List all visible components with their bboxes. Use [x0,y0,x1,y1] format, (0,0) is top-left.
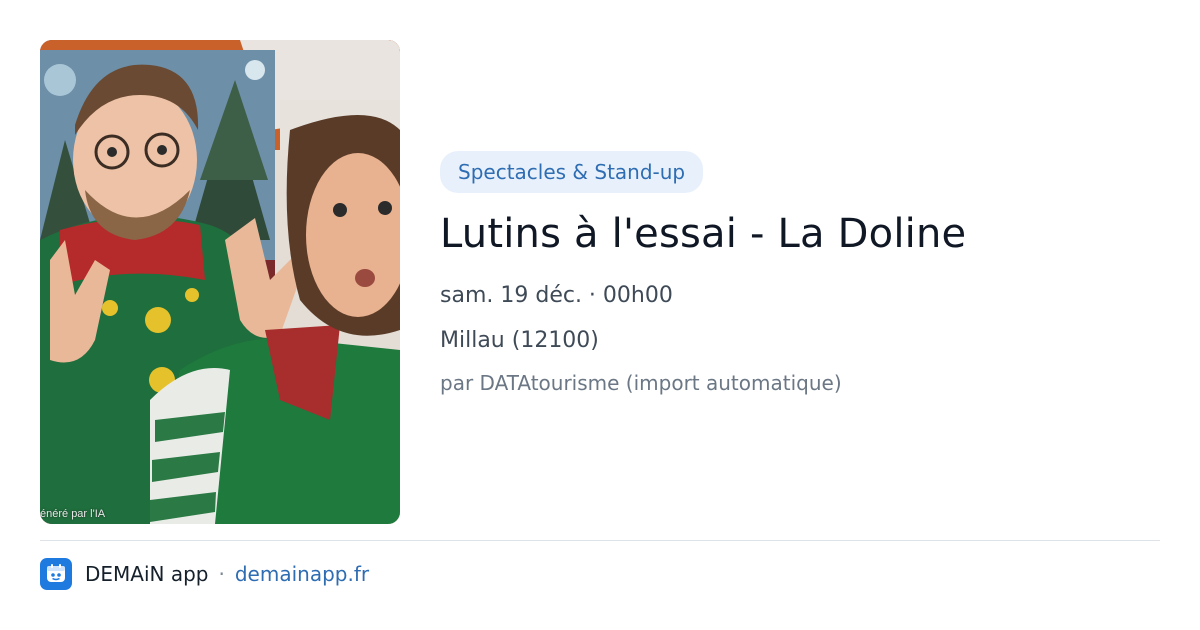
event-title[interactable]: Lutins à l'essai - La Doline [440,211,1160,257]
app-name: DEMAiN app [85,562,209,586]
event-source: par DATAtourisme (import automatique) [440,371,842,395]
event-location: Millau (12100) [440,328,599,353]
event-datetime: sam. 19 déc. · 00h00 [440,283,673,308]
divider [40,540,1160,541]
event-image[interactable]: énéré par l'IA [40,40,400,524]
footer: DEMAiN app · demainapp.fr [40,558,369,590]
image-credit: énéré par l'IA [40,508,106,520]
event-info: Spectacles & Stand-up Lutins à l'essai -… [440,151,1160,395]
app-url-link[interactable]: demainapp.fr [235,562,369,586]
footer-separator: · [218,562,225,586]
category-badge[interactable]: Spectacles & Stand-up [440,151,704,193]
demain-app-icon[interactable] [40,558,72,590]
